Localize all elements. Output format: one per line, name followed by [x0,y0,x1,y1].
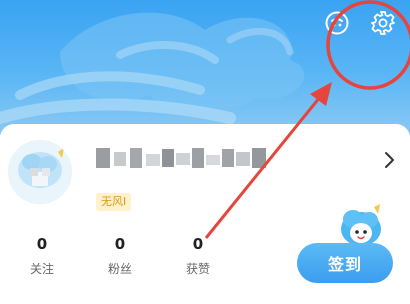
likes-label[interactable]: 获赞 [168,260,228,277]
message-icon[interactable] [324,10,350,36]
following-label[interactable]: 关注 [12,260,72,277]
username-blurred [96,146,272,170]
gear-icon[interactable] [370,10,396,36]
avatar[interactable] [8,140,72,204]
check-in-button[interactable]: 签到 [297,243,393,283]
followers-label[interactable]: 粉丝 [90,260,150,277]
user-level-badge: 无风I [96,193,132,211]
likes-count[interactable]: 0 [168,235,228,253]
chevron-right-icon[interactable] [382,151,398,169]
followers-count[interactable]: 0 [90,235,150,253]
following-count[interactable]: 0 [12,235,72,253]
